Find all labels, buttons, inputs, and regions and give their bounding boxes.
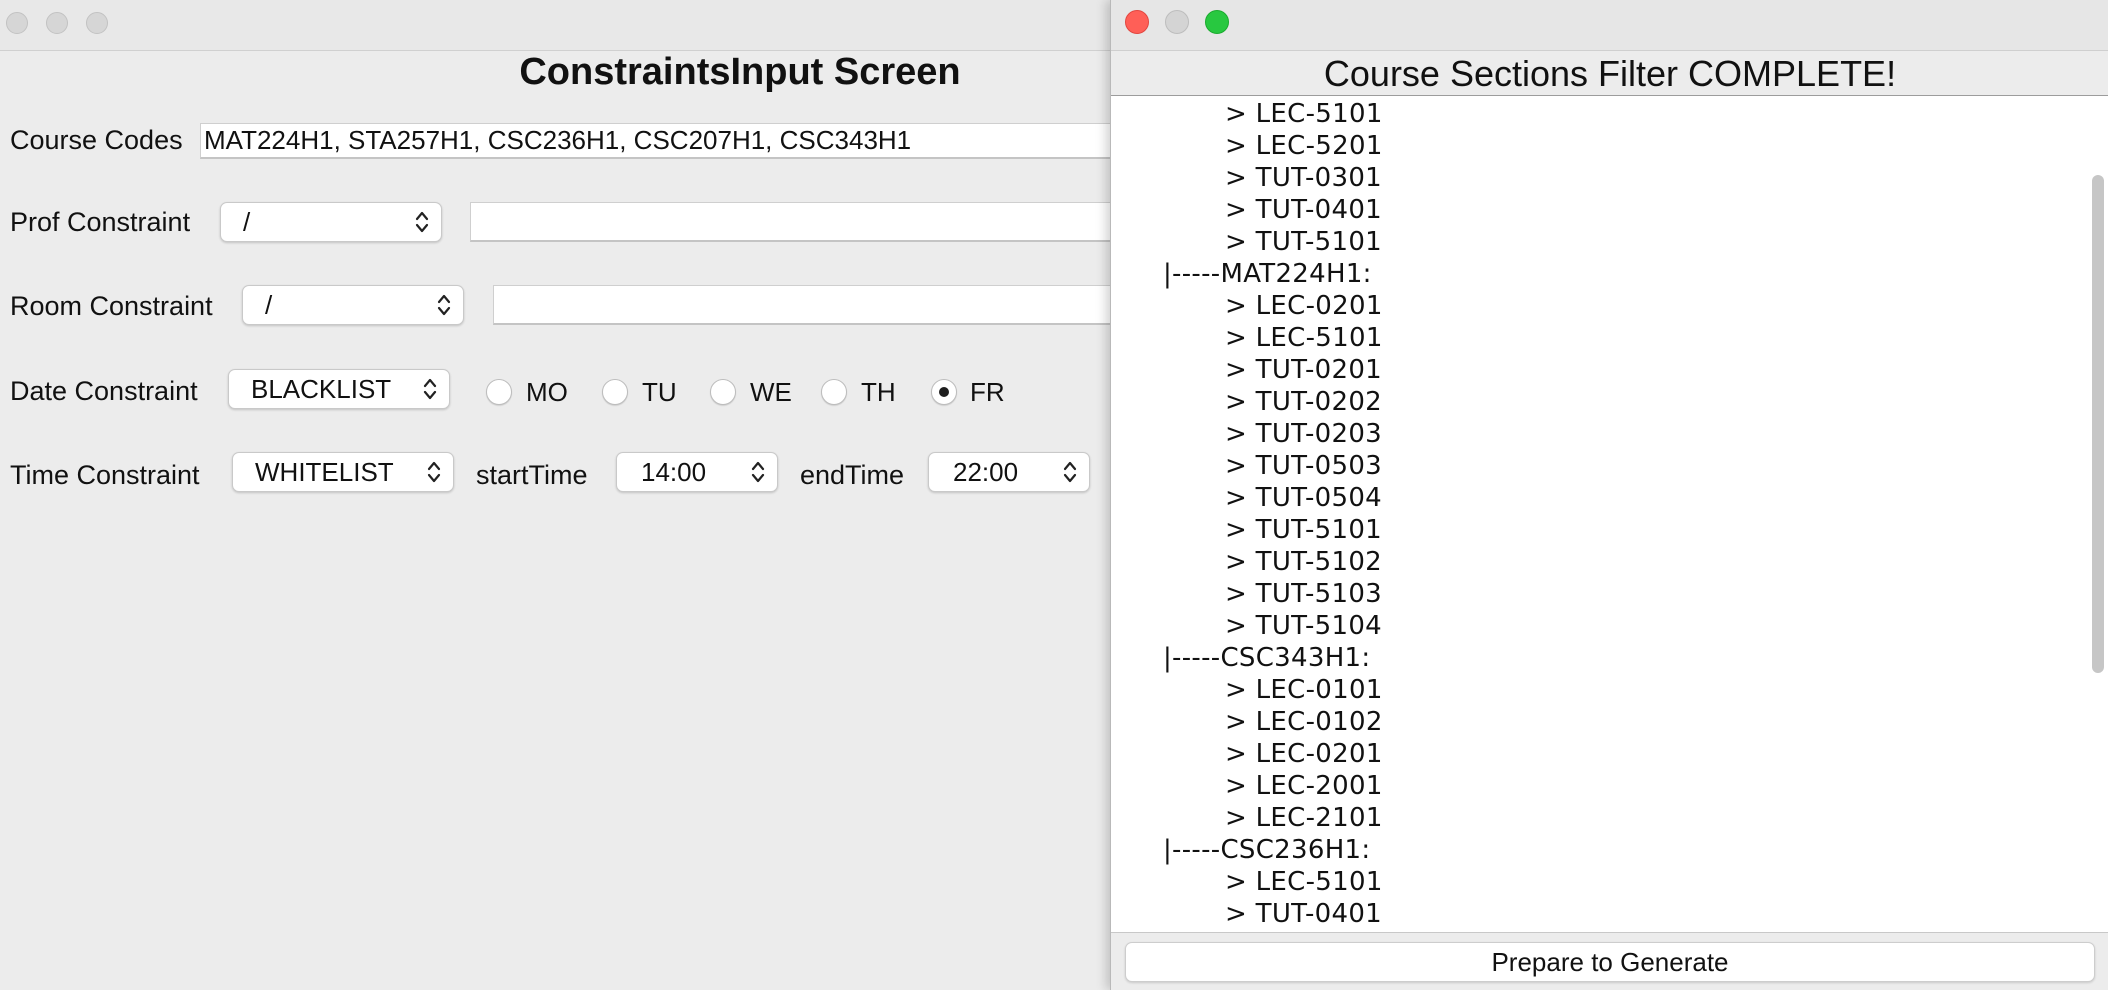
radio-fr[interactable]	[931, 379, 957, 405]
course-header: |-----CSC343H1:	[1163, 643, 1371, 673]
prof-constraint-select[interactable]: /	[220, 202, 442, 242]
date-constraint-mode: BLACKLIST	[251, 374, 392, 404]
start-time-label: startTime	[476, 460, 588, 490]
radio-tu-label: TU	[642, 377, 677, 407]
time-constraint-select[interactable]: WHITELIST	[232, 452, 454, 492]
room-constraint-label: Room Constraint	[10, 291, 213, 321]
section-item: > LEC-5201	[1225, 131, 1383, 161]
zoom-button-inactive[interactable]	[86, 12, 108, 34]
scrollbar[interactable]	[2087, 96, 2108, 932]
chevron-updown-icon	[423, 378, 437, 400]
left-titlebar	[0, 0, 1112, 51]
section-item: > LEC-0201	[1225, 291, 1383, 321]
close-button-inactive[interactable]	[6, 12, 28, 34]
start-time-select[interactable]: 14:00	[616, 452, 778, 492]
radio-tu[interactable]	[602, 379, 628, 405]
minimize-button-inactive[interactable]	[46, 12, 68, 34]
course-codes-label: Course Codes	[10, 125, 183, 155]
chevron-updown-icon	[1063, 461, 1077, 483]
section-item: > TUT-0401	[1225, 899, 1383, 929]
zoom-button[interactable]	[1205, 10, 1229, 34]
prof-constraint-input[interactable]	[470, 202, 1112, 242]
radio-mo[interactable]	[486, 379, 512, 405]
start-time-value: 14:00	[641, 457, 707, 487]
chevron-updown-icon	[415, 211, 429, 233]
section-item: > TUT-0203	[1225, 419, 1383, 449]
section-item: > TUT-0201	[1225, 355, 1383, 385]
section-item: > LEC-0201	[1225, 739, 1383, 769]
section-item: > LEC-0101	[1225, 675, 1383, 705]
end-time-select[interactable]: 22:00	[928, 452, 1090, 492]
room-constraint-select[interactable]: /	[242, 285, 464, 325]
right-titlebar	[1111, 0, 2108, 51]
section-item: > TUT-0401	[1225, 195, 1383, 225]
end-time-value: 22:00	[953, 457, 1019, 487]
radio-fr-label: FR	[970, 377, 1005, 407]
room-constraint-mode: /	[265, 290, 273, 320]
close-button[interactable]	[1125, 10, 1149, 34]
room-constraint-input[interactable]	[493, 285, 1112, 325]
radio-we[interactable]	[710, 379, 736, 405]
section-item: > TUT-0503	[1225, 451, 1383, 481]
end-time-label: endTime	[800, 460, 905, 490]
section-item: > TUT-5101	[1225, 227, 1383, 257]
section-item: > LEC-5101	[1225, 323, 1383, 353]
radio-th-label: TH	[861, 377, 896, 407]
radio-we-label: WE	[750, 377, 792, 407]
course-codes-input[interactable]: MAT224H1, STA257H1, CSC236H1, CSC207H1, …	[200, 123, 1112, 159]
results-title: Course Sections Filter COMPLETE!	[1323, 53, 1897, 94]
prof-constraint-label: Prof Constraint	[10, 207, 191, 237]
course-header: |-----CSC236H1:	[1163, 835, 1371, 865]
section-item: > TUT-5101	[1225, 515, 1383, 545]
section-item: > TUT-0202	[1225, 387, 1383, 417]
filter-results-window: Course Sections Filter COMPLETE! > LEC-5…	[1110, 0, 2108, 990]
prof-constraint-mode: /	[243, 207, 251, 237]
chevron-updown-icon	[427, 461, 441, 483]
prepare-to-generate-button[interactable]: Prepare to Generate	[1125, 942, 2095, 982]
radio-th[interactable]	[821, 379, 847, 405]
course-header: |-----MAT224H1:	[1163, 259, 1372, 289]
section-item: > LEC-0102	[1225, 707, 1383, 737]
section-item: > TUT-5104	[1225, 611, 1383, 641]
date-constraint-select[interactable]: BLACKLIST	[228, 369, 450, 409]
section-item: > TUT-5103	[1225, 579, 1383, 609]
time-constraint-label: Time Constraint	[10, 460, 200, 490]
constraints-window: ConstraintsInput Screen Course Codes MAT…	[0, 0, 1112, 990]
minimize-button[interactable]	[1165, 10, 1189, 34]
date-constraint-label: Date Constraint	[10, 376, 198, 406]
section-item: > LEC-5101	[1225, 867, 1383, 897]
section-item: > TUT-5102	[1225, 547, 1383, 577]
section-item: > LEC-5101	[1225, 99, 1383, 129]
section-item: > LEC-2001	[1225, 771, 1383, 801]
chevron-updown-icon	[751, 461, 765, 483]
time-constraint-mode: WHITELIST	[255, 457, 394, 487]
radio-mo-label: MO	[526, 377, 568, 407]
scrollbar-thumb[interactable]	[2092, 175, 2104, 673]
section-item: > TUT-0504	[1225, 483, 1383, 513]
chevron-updown-icon	[437, 294, 451, 316]
section-item: > TUT-0301	[1225, 163, 1383, 193]
section-item: > LEC-2101	[1225, 803, 1383, 833]
sections-list[interactable]: > LEC-5101 > LEC-5201 > TUT-0301 > TUT-0401…	[1111, 95, 2108, 933]
